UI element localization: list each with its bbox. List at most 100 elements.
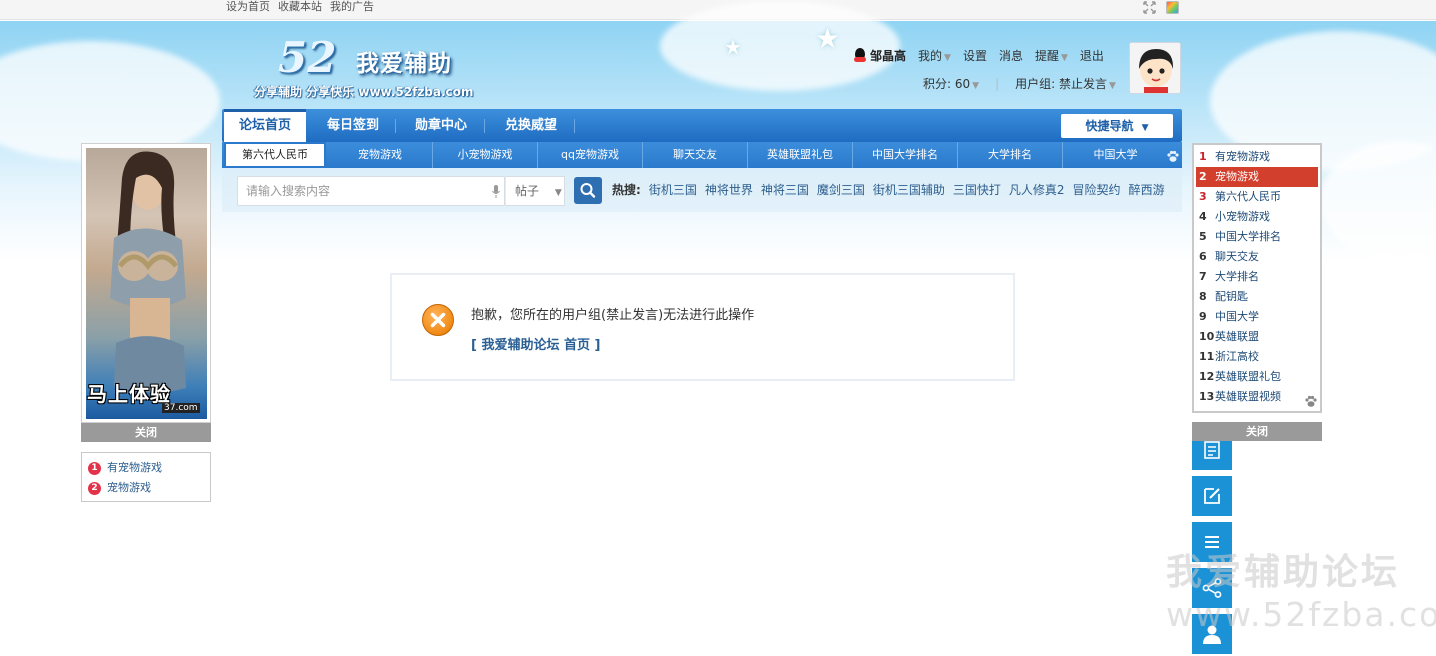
rank-number: 11 <box>1199 350 1215 363</box>
divider: | <box>995 76 1000 91</box>
list-item[interactable]: 5 中国大学排名 <box>1194 227 1320 247</box>
hot-keyword[interactable]: 神将三国 <box>761 168 809 212</box>
logout-link[interactable]: 退出 <box>1080 47 1104 64</box>
list-item[interactable]: 1 有宠物游戏 <box>1194 147 1320 167</box>
list-item-label: 宠物游戏 <box>107 481 151 494</box>
right-list-close-button[interactable]: 关闭 <box>1192 422 1322 441</box>
side-button-document[interactable] <box>1192 441 1232 470</box>
side-button-edit[interactable] <box>1192 476 1232 516</box>
rank-badge: 1 <box>88 461 101 475</box>
list-item[interactable]: 7 大学排名 <box>1194 267 1320 287</box>
username[interactable]: 邹晶高 <box>870 47 906 64</box>
list-item-label: 有宠物游戏 <box>107 461 162 474</box>
list-item-label: 英雄联盟视频 <box>1215 390 1281 403</box>
list-item-label: 英雄联盟 <box>1215 330 1259 343</box>
subnav-item[interactable]: 英雄联盟礼包 <box>748 142 853 168</box>
list-item[interactable]: 6 聊天交友 <box>1194 247 1320 267</box>
list-item-label: 大学排名 <box>1215 270 1259 283</box>
subnav-item[interactable]: qq宠物游戏 <box>538 142 643 168</box>
subnav-item[interactable]: 中国大学排名 <box>853 142 958 168</box>
reminders-menu[interactable]: 提醒 ▼ <box>1035 47 1068 64</box>
chevron-down-icon: ▼ <box>944 53 951 63</box>
hot-keyword[interactable]: 冒险契约 <box>1073 168 1121 212</box>
my-ads-link[interactable]: 我的广告 <box>330 0 374 20</box>
my-menu[interactable]: 我的 ▼ <box>918 47 951 64</box>
search-icon <box>580 183 596 198</box>
hot-keyword[interactable]: 魔剑三国 <box>817 168 865 212</box>
points-menu[interactable]: 积分: 60 ▼ <box>923 75 979 92</box>
list-item-label: 宠物游戏 <box>1215 170 1259 183</box>
list-item[interactable]: 3 第六代人民币 <box>1194 187 1320 207</box>
hot-keyword[interactable]: 三国快打 <box>953 168 1001 212</box>
logo-title[interactable]: 我爱辅助 <box>356 44 452 78</box>
document-icon <box>1204 441 1220 459</box>
list-item-label: 中国大学排名 <box>1215 230 1281 243</box>
forum-home-link[interactable]: [ 我爱辅助论坛 首页 ] <box>471 334 600 353</box>
left-advertisement[interactable]: 马上体验 37.com <box>81 143 211 423</box>
subnav-item[interactable]: 宠物游戏 <box>328 142 433 168</box>
hot-keyword[interactable]: 醉西游 <box>1129 168 1165 212</box>
list-item-label: 配钥匙 <box>1215 290 1248 303</box>
list-item-label: 有宠物游戏 <box>1215 150 1270 163</box>
list-item[interactable]: 13 英雄联盟视频 <box>1194 387 1320 407</box>
hot-search: 热搜: 街机三国 神将世界 神将三国 魔剑三国 街机三国辅助 三国快打 凡人修真… <box>612 168 1165 212</box>
rank-number: 9 <box>1199 310 1207 323</box>
avatar[interactable] <box>1129 42 1181 94</box>
tab-forum-home[interactable]: 论坛首页 <box>224 109 306 142</box>
settings-link[interactable]: 设置 <box>963 47 987 64</box>
rank-number: 1 <box>1199 150 1207 163</box>
subnav-item[interactable]: 第六代人民币 <box>224 142 326 168</box>
hot-keyword[interactable]: 凡人修真2 <box>1009 168 1065 212</box>
search-button[interactable] <box>574 177 602 204</box>
left-ad-close-button[interactable]: 关闭 <box>81 423 211 442</box>
chevron-down-icon: ▼ <box>972 81 980 91</box>
list-item[interactable]: 2 宠物游戏 <box>1196 167 1318 187</box>
star-decoration: ★ <box>724 35 742 59</box>
list-item[interactable]: 12 英雄联盟礼包 <box>1194 367 1320 387</box>
tab-exchange-prestige[interactable]: 兑换威望 <box>488 109 574 142</box>
messages-link[interactable]: 消息 <box>999 47 1023 64</box>
usergroup-menu[interactable]: 用户组: 禁止发言 ▼ <box>1015 75 1116 92</box>
search-type-select[interactable]: 帖子 ▼ <box>505 176 565 206</box>
search-bar: 请输入搜索内容 帖子 ▼ 热搜: 街机三国 神将世界 神将三国 魔剑三国 街机三… <box>222 168 1182 212</box>
tab-medal-center[interactable]: 勋章中心 <box>398 109 484 142</box>
top-links: 设为首页 收藏本站 我的广告 <box>226 0 374 20</box>
microphone-icon[interactable] <box>492 185 500 199</box>
list-item[interactable]: 4 小宠物游戏 <box>1194 207 1320 227</box>
bookmark-link[interactable]: 收藏本站 <box>278 0 322 20</box>
hot-keyword[interactable]: 街机三国 <box>649 168 697 212</box>
quick-nav-label: 快捷导航 <box>1085 119 1134 133</box>
hot-keyword[interactable]: 神将世界 <box>705 168 753 212</box>
subnav-item[interactable]: 聊天交友 <box>643 142 748 168</box>
divider <box>484 119 485 133</box>
list-item-label: 小宠物游戏 <box>1215 210 1270 223</box>
list-item[interactable]: 1 有宠物游戏 <box>88 458 210 478</box>
list-item[interactable]: 10 英雄联盟 <box>1194 327 1320 347</box>
list-item-label: 浙江高校 <box>1215 350 1259 363</box>
main-nav: 论坛首页 每日签到 勋章中心 兑换威望 快捷导航 ▼ <box>222 109 1182 142</box>
set-homepage-link[interactable]: 设为首页 <box>226 0 270 20</box>
subnav-item[interactable]: 大学排名 <box>958 142 1063 168</box>
list-item[interactable]: 9 中国大学 <box>1194 307 1320 327</box>
logo-slogan: 分享辅助 分享快乐 www.52fzba.com <box>254 85 474 99</box>
subnav-item[interactable]: 小宠物游戏 <box>433 142 538 168</box>
my-menu-label: 我的 <box>918 49 943 63</box>
list-item[interactable]: 2 宠物游戏 <box>88 478 210 498</box>
ad-brand: 37.com <box>162 403 200 413</box>
error-message-box: 抱歉，您所在的用户组(禁止发言)无法进行此操作 [ 我爱辅助论坛 首页 ] <box>390 273 1015 381</box>
quick-nav-button[interactable]: 快捷导航 ▼ <box>1061 114 1173 138</box>
expand-icon[interactable] <box>1143 1 1156 14</box>
user-name-block[interactable]: 邹晶高 <box>852 47 906 64</box>
search-placeholder: 请输入搜索内容 <box>246 184 331 198</box>
rank-number: 10 <box>1199 330 1215 343</box>
subnav-item[interactable]: 中国大学 <box>1063 142 1168 168</box>
color-scheme-icon[interactable] <box>1166 1 1179 14</box>
list-item-label: 聊天交友 <box>1215 250 1259 263</box>
list-item[interactable]: 11 浙江高校 <box>1194 347 1320 367</box>
tab-daily-signin[interactable]: 每日签到 <box>312 109 394 142</box>
logo-number[interactable]: 52 <box>278 33 336 82</box>
hot-keyword[interactable]: 街机三国辅助 <box>873 168 945 212</box>
divider <box>574 119 575 133</box>
list-item[interactable]: 8 配钥匙 <box>1194 287 1320 307</box>
search-input[interactable]: 请输入搜索内容 <box>237 176 505 206</box>
